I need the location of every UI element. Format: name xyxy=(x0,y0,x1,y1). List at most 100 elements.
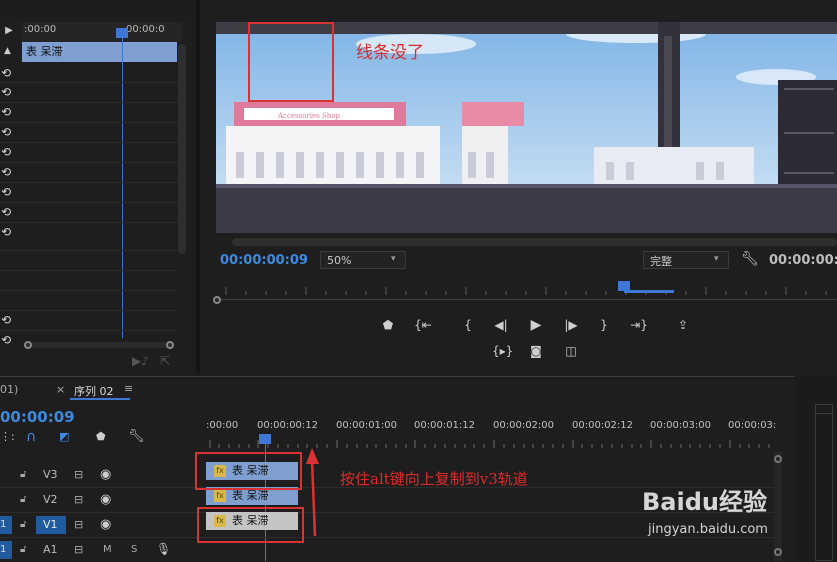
play-icon[interactable]: ▶ xyxy=(527,317,545,333)
reset-icon[interactable]: ⟲ xyxy=(1,165,15,179)
reset-icon[interactable]: ⟲ xyxy=(1,105,15,119)
end-timecode: 00:00:00:1 xyxy=(769,253,837,268)
timeline-ruler[interactable]: :00:00 00:00:00:12 00:00:01:00 00:00:01:… xyxy=(206,418,776,448)
sync-lock-icon[interactable]: ⊟ xyxy=(74,543,83,556)
track-label[interactable]: A1 xyxy=(43,543,58,556)
insert-overwrite-icon[interactable]: ⋮: xyxy=(0,430,15,443)
sync-lock-icon[interactable]: ⊟ xyxy=(74,518,83,531)
effect-controls-panel xyxy=(0,22,195,372)
scroll-knob-left[interactable] xyxy=(24,341,32,349)
eye-icon[interactable]: ◉ xyxy=(100,517,111,532)
mute-button[interactable]: M xyxy=(103,544,112,555)
track-header-v1: 1 🔓︎ V1 ⊟ ◉ xyxy=(0,513,206,538)
timeline-playhead-handle[interactable] xyxy=(259,434,271,444)
active-tab-indicator xyxy=(70,398,130,400)
baidu-watermark: Baidu经验 jingyan.baidu.com xyxy=(642,482,832,546)
lock-icon[interactable]: 🔓︎ xyxy=(20,519,26,530)
track-label[interactable]: V3 xyxy=(43,468,58,481)
lift-icon[interactable]: {▸} xyxy=(492,343,513,359)
scrub-track[interactable] xyxy=(216,299,837,300)
ruler-label: 00:00:02:12 xyxy=(572,420,634,431)
lock-icon[interactable]: 🔓︎ xyxy=(20,544,26,555)
comparison-view-icon[interactable]: ◫ xyxy=(562,343,580,359)
camera-icon[interactable]: ◙ xyxy=(527,343,545,359)
program-timecode[interactable]: 00:00:00:09 xyxy=(220,253,308,268)
ruler-label: 00:00:01:12 xyxy=(414,420,476,431)
track-header-v3: 🔓︎ V3 ⊟ ◉ xyxy=(0,463,206,488)
track-label[interactable]: V2 xyxy=(43,493,58,506)
ruler-start: :00:00 xyxy=(24,24,57,35)
zoom-value: 50% xyxy=(327,254,352,267)
track-headers: 🔓︎ V3 ⊟ ◉ 🔓︎ V2 ⊟ ◉ 1 🔓︎ V1 ⊟ ◉ 1 🔓︎ A1 … xyxy=(0,463,206,561)
ruler-label: :00:00 xyxy=(206,420,239,431)
reset-icon[interactable]: ⟲ xyxy=(1,145,15,159)
source-patch-v1[interactable]: 1 xyxy=(0,516,12,534)
vertical-scrollbar[interactable] xyxy=(178,44,186,254)
chevron-down-icon: ▾ xyxy=(714,254,719,264)
watermark-brand: Baidu经验 xyxy=(642,488,767,516)
shop-sign-text: Accessories Shop xyxy=(277,112,341,120)
scrub-knob[interactable] xyxy=(213,296,221,304)
timeline-tools: ⋮: ∩ ◩ ⬟ 🔧︎ xyxy=(0,429,200,448)
scroll-knob-right[interactable] xyxy=(166,341,174,349)
go-to-in-icon[interactable]: { xyxy=(459,317,477,333)
reset-icon[interactable]: ⟲ xyxy=(1,225,15,239)
in-out-range xyxy=(624,290,674,293)
export-icon[interactable]: ⇱ xyxy=(160,354,170,368)
ruler-label: 00:00:00:12 xyxy=(257,420,319,431)
eye-icon[interactable]: ◉ xyxy=(100,467,111,482)
reset-icon[interactable]: ⟲ xyxy=(1,333,15,347)
fx-badge: fx xyxy=(214,490,226,502)
close-icon[interactable]: × xyxy=(56,383,65,396)
sync-lock-icon[interactable]: ⊟ xyxy=(74,493,83,506)
add-marker-icon[interactable]: ⬟ xyxy=(96,430,106,443)
monitor-scrollbar[interactable] xyxy=(232,238,837,246)
sync-lock-icon[interactable]: ⊟ xyxy=(74,468,83,481)
lock-icon[interactable]: 🔓︎ xyxy=(20,469,26,480)
sequence-tab[interactable]: 序列 02 xyxy=(74,383,114,399)
solo-button[interactable]: S xyxy=(131,544,137,555)
reset-icon[interactable]: ⟲ xyxy=(1,205,15,219)
reset-icon[interactable]: ⟲ xyxy=(1,85,15,99)
wrench-icon[interactable]: 🔧︎ xyxy=(128,429,145,444)
reset-icon[interactable]: ⟲ xyxy=(1,185,15,199)
quality-select[interactable]: 完整 ▾ xyxy=(643,251,729,269)
track-label[interactable]: V1 xyxy=(43,518,58,531)
effect-controls-ruler[interactable]: :00:00 00:00:0 xyxy=(22,22,182,42)
export-frame-icon[interactable]: ⇪ xyxy=(674,317,692,333)
previous-tab-label[interactable]: 01) xyxy=(0,383,18,396)
ruler-label: 00:00:03:00 xyxy=(650,420,712,431)
reset-icon[interactable]: ⟲ xyxy=(1,313,15,327)
annotation-box-v3-clip xyxy=(195,452,302,490)
step-forward-icon[interactable]: |▶ xyxy=(562,317,580,333)
lock-icon[interactable]: 🔓︎ xyxy=(20,494,26,505)
snap-icon[interactable]: ∩ xyxy=(26,429,36,445)
step-back-icon[interactable]: ◀| xyxy=(492,317,510,333)
annotation-lines-missing: 线条没了 xyxy=(356,43,424,63)
clip-name: 表 呆滞 xyxy=(232,489,269,502)
filter-icon[interactable]: ▶♪ xyxy=(132,354,149,368)
go-to-out-icon[interactable]: } xyxy=(595,317,613,333)
eye-icon[interactable]: ◉ xyxy=(100,492,111,507)
mini-timeline-ruler[interactable] xyxy=(216,285,837,295)
annotation-box-v1-clip xyxy=(197,507,304,543)
mark-in-icon[interactable]: {⇤ xyxy=(414,317,432,333)
video-frame: Accessories Shop 线条没了 xyxy=(216,22,837,233)
track-header-a1: 1 🔓︎ A1 ⊟ M S 🎙︎ xyxy=(0,538,206,561)
sequence-timecode[interactable]: 00:00:09 xyxy=(0,408,75,426)
effect-clip-bar[interactable]: 表 呆滞 xyxy=(22,42,177,62)
panel-menu-icon[interactable]: ≡ xyxy=(124,382,133,395)
wrench-icon[interactable]: 🔧︎ xyxy=(741,251,759,267)
zoom-select[interactable]: 50% ▾ xyxy=(320,251,406,269)
add-marker-icon[interactable]: ⬟ xyxy=(379,317,397,333)
play-triangle-icon[interactable]: ▶ xyxy=(0,22,18,40)
mark-out-icon[interactable]: ⇥} xyxy=(630,317,648,333)
ruler-end: 00:00:0 xyxy=(126,24,165,35)
reset-icon[interactable]: ⟲ xyxy=(1,66,15,80)
collapse-icon[interactable]: ▲ xyxy=(4,46,11,56)
reset-icon[interactable]: ⟲ xyxy=(1,125,15,139)
horizontal-scrollbar[interactable] xyxy=(24,342,174,348)
microphone-icon[interactable]: 🎙︎ xyxy=(156,542,171,556)
linked-selection-icon[interactable]: ◩ xyxy=(59,430,69,443)
source-patch-a1[interactable]: 1 xyxy=(0,541,12,559)
